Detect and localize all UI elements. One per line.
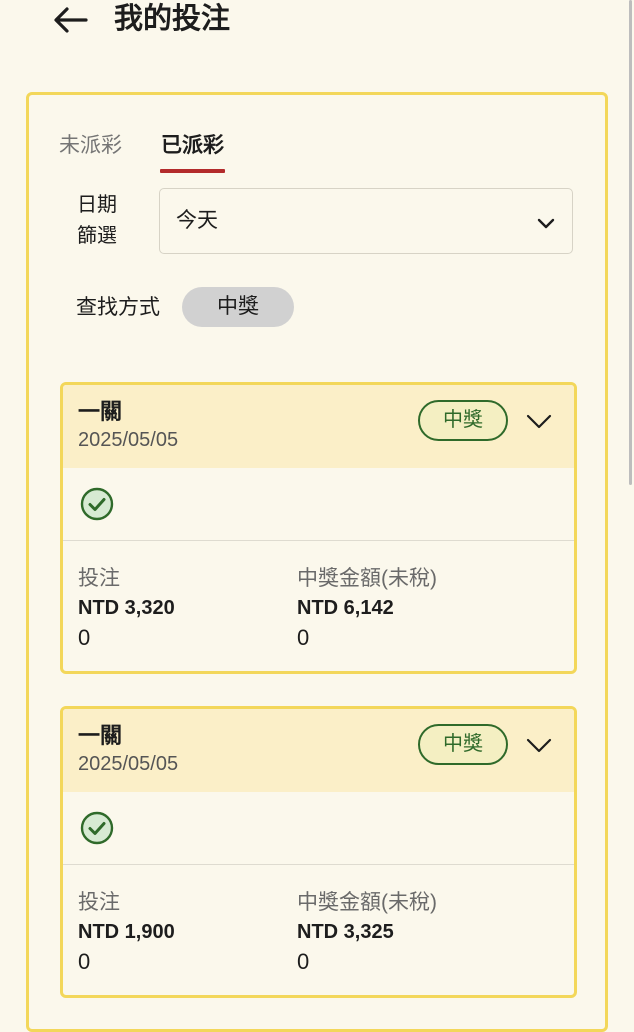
bet-date: 2025/05/05: [78, 753, 179, 775]
win-extra: 0: [297, 949, 310, 974]
stake-column: 投注 NTD 3,320 0: [78, 565, 175, 653]
stake-label: 投注: [78, 567, 120, 590]
check-circle-icon: [80, 811, 114, 845]
arrow-left-icon: [54, 7, 88, 33]
stake-amount: NTD 1,900: [78, 921, 175, 943]
date-filter-value: 今天: [176, 209, 218, 232]
date-filter-select[interactable]: 今天: [159, 188, 573, 254]
search-method-label: 查找方式: [76, 296, 160, 319]
stake-extra: 0: [78, 949, 91, 974]
win-label: 中獎金額(未稅): [297, 567, 437, 590]
app-header: 我的投注: [0, 0, 634, 70]
tab-unsettled[interactable]: 未派彩: [59, 131, 122, 175]
chevron-down-icon: [537, 218, 555, 229]
scrollbar-thumb[interactable]: [629, 0, 632, 485]
bet-date: 2025/05/05: [78, 429, 179, 451]
page-title: 我的投注: [114, 3, 231, 35]
status-badge: 中獎: [418, 724, 508, 765]
payout-tabs: 未派彩 已派彩: [59, 131, 263, 175]
stake-extra: 0: [78, 625, 91, 650]
chevron-down-icon[interactable]: [524, 733, 554, 759]
win-amount: NTD 6,142: [297, 597, 394, 619]
status-badge: 中獎: [418, 400, 508, 441]
search-method-chip[interactable]: 中獎: [182, 287, 294, 327]
stake-column: 投注 NTD 1,900 0: [78, 889, 175, 977]
win-label: 中獎金額(未稅): [297, 891, 437, 914]
date-filter-label: 日期 篩選: [77, 194, 117, 247]
bet-card-header: 一關 2025/05/05 中獎: [63, 385, 574, 468]
stake-amount: NTD 3,320: [78, 597, 175, 619]
back-button[interactable]: [50, 2, 90, 38]
bet-selection-row: [63, 792, 574, 865]
stake-label: 投注: [78, 891, 120, 914]
bet-card: 一關 2025/05/05 中獎 投注 NTD 1,900 0 中獎金額(未稅)…: [60, 706, 577, 998]
win-extra: 0: [297, 625, 310, 650]
bet-card: 一關 2025/05/05 中獎 投注 NTD 3,320 0 中獎金額(未稅)…: [60, 382, 577, 674]
chevron-down-icon[interactable]: [524, 409, 554, 435]
bets-panel: 未派彩 已派彩 日期 篩選 今天 查找方式 中獎 一關 2025/05/05 中…: [26, 92, 608, 1032]
tab-settled[interactable]: 已派彩: [160, 131, 225, 175]
win-column: 中獎金額(未稅) NTD 6,142 0: [297, 565, 437, 653]
bet-card-header: 一關 2025/05/05 中獎: [63, 709, 574, 792]
bet-type: 一關: [78, 399, 123, 424]
win-amount: NTD 3,325: [297, 921, 394, 943]
bet-type: 一關: [78, 723, 123, 748]
scrollbar[interactable]: [628, 0, 634, 1000]
win-column: 中獎金額(未稅) NTD 3,325 0: [297, 889, 437, 977]
check-circle-icon: [80, 487, 114, 521]
bet-selection-row: [63, 468, 574, 541]
